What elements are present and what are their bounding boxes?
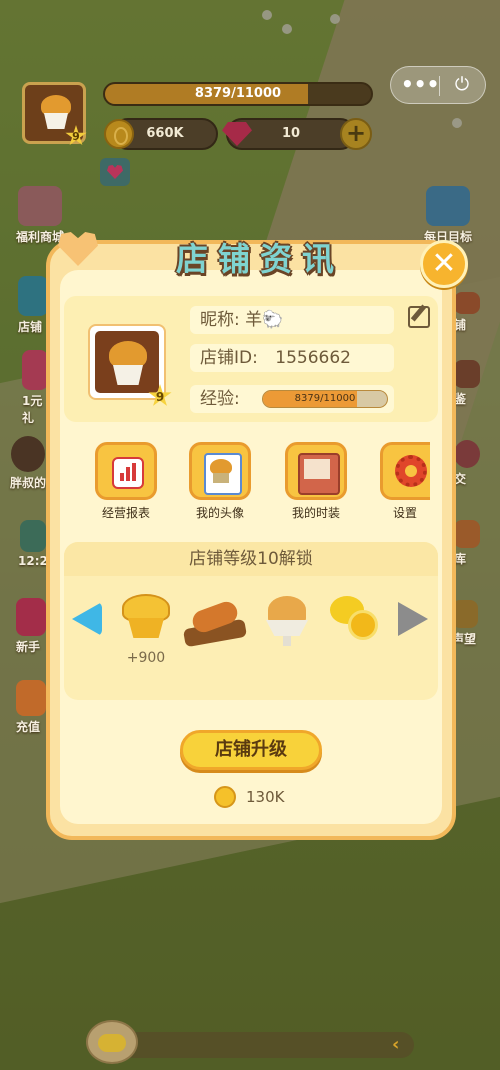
experience-text: 8379/11000 [194, 86, 282, 101]
edit-nickname-icon[interactable] [408, 306, 430, 328]
gem-amount: 10 [281, 126, 301, 141]
shop-avatar[interactable] [88, 324, 166, 400]
book-icon [454, 360, 480, 388]
experience-bar: 8379/11000 [103, 82, 373, 106]
side-button-one-yuan[interactable]: 1元 礼 [22, 350, 48, 426]
experience-label: 经验: [200, 389, 240, 409]
side-button-shop-right[interactable]: 铺 [454, 292, 480, 333]
my-fashion-button[interactable]: 我的时装 [284, 442, 348, 521]
power-icon[interactable]: ⏻ [451, 74, 473, 96]
action-label: 经营报表 [101, 506, 150, 520]
gear-icon [380, 442, 430, 500]
gift-shop-icon [18, 186, 62, 226]
modal-title: 店铺资讯 [175, 240, 344, 278]
warehouse-icon [454, 520, 480, 548]
close-button[interactable]: ✕ [420, 240, 468, 288]
shop-id-field: 店铺ID: 1556662 [190, 344, 394, 372]
avatar-photo-icon [189, 442, 251, 500]
timer-icon [19, 520, 46, 552]
chat-bar[interactable]: ‹ [120, 1032, 414, 1058]
mini-program-capsule: ••• ⏻ [390, 66, 486, 104]
upgrade-shop-button[interactable]: 店铺升级 [180, 730, 322, 770]
side-button-uncle[interactable]: 胖叔的 [10, 436, 46, 491]
side-button-handbook[interactable]: 鉴 [454, 360, 480, 407]
my-avatar-button[interactable]: 我的头像 [188, 442, 252, 521]
muffin-icon [95, 331, 159, 393]
shop-experience-text: 8379/11000 [294, 393, 356, 404]
nickname-field: 昵称: 羊🐑 [190, 306, 394, 334]
bar-chart-icon [95, 442, 157, 500]
side-button-label: 礼 [22, 411, 35, 425]
coin-amount: 660K [146, 126, 184, 141]
reward-value: +900 [126, 650, 166, 666]
shop-id-label: 店铺ID: [200, 348, 258, 368]
muffin-icon [39, 95, 73, 135]
side-button-label: 新手 [16, 640, 41, 654]
golden-muffin-icon [120, 594, 172, 640]
newbie-gift-icon [16, 598, 46, 636]
shop-experience-bar: 8379/11000 [262, 390, 388, 408]
coin-icon [214, 786, 236, 808]
action-label: 我的头像 [195, 506, 244, 520]
wardrobe-icon [285, 442, 347, 500]
more-menu-button[interactable]: ••• [401, 71, 439, 97]
side-button-newbie[interactable]: 新手 [16, 598, 46, 655]
unlock-title: 店铺等级10解锁 [64, 542, 438, 576]
business-report-button[interactable]: 经营报表 [94, 442, 158, 521]
side-button-social[interactable]: 交 [454, 440, 480, 487]
upgrade-cost: 130K [246, 788, 285, 806]
friends-icon [454, 440, 480, 468]
action-label: 我的时装 [291, 506, 340, 520]
shop-id-value: 1556662 [275, 348, 351, 368]
chevron-left-icon[interactable]: ‹ [392, 1034, 410, 1056]
ice-cream-icon [262, 592, 312, 650]
likes-button[interactable] [100, 158, 130, 186]
heart-icon [107, 165, 123, 179]
side-button-label: 福利商城 [16, 230, 65, 244]
calendar-icon [426, 186, 470, 226]
side-button-label: 充值 [16, 720, 41, 734]
player-avatar[interactable]: 9 [22, 82, 87, 146]
side-button-label: 店铺 [18, 320, 43, 334]
side-button-shop[interactable]: 店铺 [18, 276, 48, 335]
gift-box-icon [22, 350, 48, 390]
side-button-welfare-mall[interactable]: 福利商城 [16, 186, 64, 245]
shop-icon [18, 276, 48, 316]
side-button-label: 12:2 [18, 554, 48, 568]
side-button-timer[interactable]: 12:2 [18, 520, 48, 568]
coin-icon [104, 119, 134, 149]
side-button-daily-goals[interactable]: 每日目标 [424, 186, 472, 245]
bread-icon [182, 598, 248, 648]
lemon-icon [328, 594, 382, 642]
action-label: 设置 [392, 506, 417, 520]
side-button-label: 1元 [22, 394, 43, 408]
chat-bubble-icon[interactable] [86, 1020, 138, 1064]
shop-right-icon [454, 292, 480, 314]
side-button-recharge[interactable]: 充值 [16, 680, 46, 735]
side-button-warehouse[interactable]: 库 [454, 520, 480, 567]
side-button-label: 胖叔的 [10, 476, 47, 490]
chef-face-icon [11, 436, 45, 472]
capsule-divider [439, 76, 440, 96]
add-gems-button[interactable]: + [340, 118, 372, 150]
recharge-icon [16, 680, 46, 716]
settings-button[interactable]: 设置 [380, 442, 430, 521]
